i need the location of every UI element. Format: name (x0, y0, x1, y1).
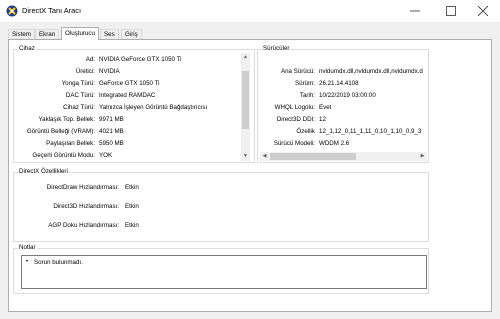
driver-label: Ana Sürücü: (280, 68, 315, 75)
device-value: 9971 MB (99, 116, 124, 123)
minimize-icon (410, 10, 420, 12)
device-value: NVIDIA (99, 68, 120, 75)
tab-sistem[interactable]: Sistem (8, 29, 35, 39)
device-value: 4021 MB (99, 128, 124, 135)
feature-row: AGP Doku Hızlandırması: Etkin (19, 221, 219, 230)
scroll-right-icon[interactable]: ▶ (418, 152, 427, 161)
device-label: Ad: (85, 56, 95, 63)
device-value: Integrated RAMDAC (99, 92, 156, 99)
driver-value: 12 (319, 116, 326, 123)
title-bar: DirectX Tanı Aracı (0, 0, 500, 22)
driver-value: 10/22/2019 03:00:00 (319, 92, 376, 99)
drivers-group-title: Sürücüler (262, 45, 291, 52)
feature-value: Etkin (125, 222, 139, 229)
device-group-title: Cihaz (18, 45, 36, 52)
tab-label: Ses (104, 31, 115, 38)
driver-label: Sürüm: (295, 80, 315, 87)
scroll-left-icon[interactable]: ◀ (260, 152, 269, 161)
device-row: Yonga Türü: GeForce GTX 1050 Ti (19, 79, 244, 88)
driver-row: Özellik 12_1,12_0,11_1,11_0,10_1,10_0,9_… (257, 127, 427, 136)
scrollbar-thumb[interactable] (242, 71, 249, 129)
driver-value: WDDM 2.6 (319, 140, 350, 147)
device-value: 5950 MB (99, 140, 124, 147)
feature-value: Etkin (125, 203, 139, 210)
device-label: Cihaz Türü: (63, 104, 95, 111)
device-row: Ad: NVIDIA GeForce GTX 1050 Ti (19, 55, 244, 64)
drivers-scrollbar[interactable]: ◀ ▶ (260, 152, 427, 161)
driver-row: Ana Sürücü: nvldumdx.dll,nvldumdx.dll,nv… (257, 67, 427, 76)
notes-group-title: Notlar (18, 244, 37, 251)
tab-label: Oluşturucu (65, 30, 95, 37)
feature-row: DirectDraw Hızlandırması: Etkin (19, 183, 219, 192)
scrollbar-thumb[interactable] (270, 153, 356, 160)
directx-app-icon (6, 5, 18, 17)
minimize-button[interactable] (398, 0, 432, 22)
device-row: Paylaşılan Bellek: 5950 MB (19, 139, 244, 148)
tab-label: Ekran (39, 31, 56, 38)
device-label: Paylaşılan Bellek: (46, 140, 95, 147)
driver-label: Tarih: (299, 92, 315, 99)
driver-row: Sürücü Modeli: WDDM 2.6 (257, 139, 427, 148)
driver-row: Tarih: 10/22/2019 03:00:00 (257, 91, 427, 100)
bullet-icon: • (26, 259, 29, 265)
scroll-down-icon[interactable]: ▼ (241, 152, 250, 161)
tab-ekran[interactable]: Ekran (35, 29, 60, 39)
device-label: Geçerli Görüntü Modu: (32, 152, 95, 159)
driver-label: Sürücü Modeli: (273, 140, 315, 147)
device-row: DAC Türü: Integrated RAMDAC (19, 91, 244, 100)
driver-row: Direct3D DDI: 12 (257, 115, 427, 124)
maximize-icon (446, 6, 456, 16)
note-item: Sorun bulunmadı. (34, 259, 83, 266)
driver-row: Sürüm: 26.21.14.4108 (257, 79, 427, 88)
tab-label: Sistem (12, 31, 31, 38)
device-label: Yonga Türü: (61, 80, 95, 87)
device-value: NVIDIA GeForce GTX 1050 Ti (99, 56, 182, 63)
window-title: DirectX Tanı Aracı (22, 6, 82, 15)
maximize-button[interactable] (434, 0, 468, 22)
feature-label: AGP Doku Hızlandırması: (48, 222, 119, 229)
device-row: Cihaz Türü: Yalnızca İşleyen Görüntü Bağ… (19, 103, 244, 112)
device-label: Görüntü Belleği (VRAM): (26, 128, 95, 135)
device-row: Yaklaşık Top. Bellek: 9971 MB (19, 115, 244, 124)
driver-label: Direct3D DDI: (276, 116, 315, 123)
tab-ses[interactable]: Ses (100, 29, 119, 39)
tab-giris[interactable]: Giriş (121, 29, 142, 39)
driver-value: nvldumdx.dll,nvldumdx.dll,nvldumdx.d (319, 68, 423, 75)
device-label: Üretici: (75, 68, 95, 75)
notes-textbox[interactable]: • Sorun bulunmadı. (21, 255, 427, 289)
tab-label: Giriş (125, 31, 138, 38)
close-icon (478, 6, 488, 16)
device-label: DAC Türü: (65, 92, 95, 99)
device-row: Geçerli Görüntü Modu: YOK (19, 151, 244, 160)
driver-value: Evet (319, 104, 332, 111)
device-row: Görüntü Belleği (VRAM): 4021 MB (19, 127, 244, 136)
device-value: YOK (99, 152, 113, 159)
feature-label: DirectDraw Hızlandırması: (46, 184, 119, 191)
scroll-up-icon[interactable]: ▲ (241, 53, 250, 62)
device-row: Üretici: NVIDIA (19, 67, 244, 76)
driver-row: WHQL Logolu: Evet (257, 103, 427, 112)
device-value: GeForce GTX 1050 Ti (99, 80, 160, 87)
driver-value: 12_1,12_0,11_1,11_0,10_1,10_0,9_3 (319, 128, 422, 135)
tab-page: Cihaz Ad: NVIDIA GeForce GTX 1050 Ti Üre… (8, 39, 492, 312)
feature-value: Etkin (125, 184, 139, 191)
device-scrollbar[interactable]: ▲ ▼ (241, 53, 250, 161)
driver-label: Özellik (296, 128, 315, 135)
directx-features-title: DirectX Özellikleri (18, 168, 69, 175)
close-button[interactable] (466, 0, 500, 22)
device-label: Yaklaşık Top. Bellek: (38, 116, 95, 123)
driver-value: 26.21.14.4108 (319, 80, 359, 87)
tab-olusturucu[interactable]: Oluşturucu (61, 27, 99, 40)
driver-label: WHQL Logolu: (274, 104, 315, 111)
device-value: Yalnızca İşleyen Görüntü Bağdaştırıcısı (99, 104, 208, 111)
feature-row: Direct3D Hızlandırması: Etkin (19, 202, 219, 211)
feature-label: Direct3D Hızlandırması: (53, 203, 119, 210)
